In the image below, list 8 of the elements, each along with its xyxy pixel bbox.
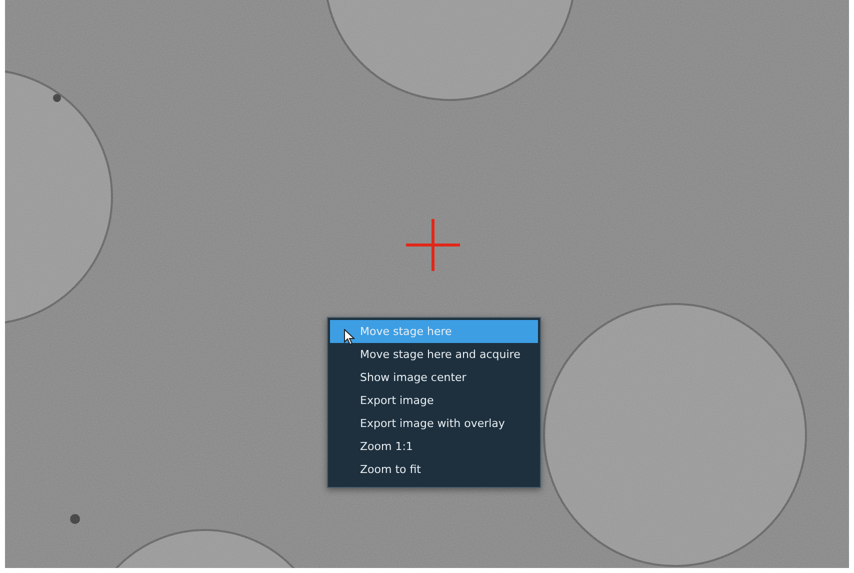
menu-item[interactable]: Show image center — [330, 366, 538, 389]
crosshair-icon — [406, 219, 460, 271]
menu-item[interactable]: Export image — [330, 389, 538, 412]
menu-item[interactable]: Move stage here and acquire — [330, 343, 538, 366]
menu-item[interactable]: Zoom 1:1 — [330, 435, 538, 458]
menu-item[interactable]: Zoom to fit — [330, 458, 538, 481]
menu-item[interactable]: Export image with overlay — [330, 412, 538, 435]
mouse-pointer-icon — [344, 329, 355, 345]
